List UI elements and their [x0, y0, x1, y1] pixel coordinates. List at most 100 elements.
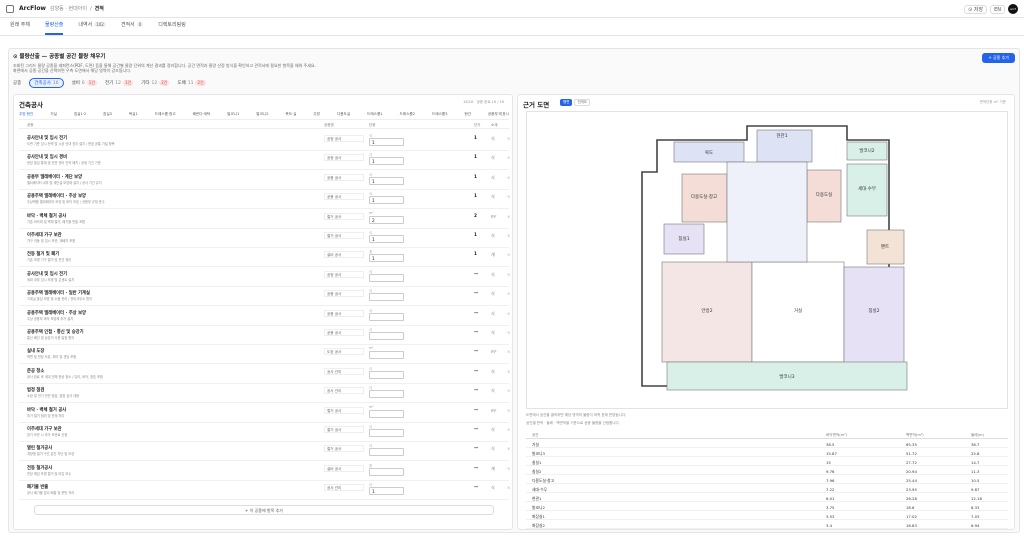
delete-icon[interactable]: ×	[507, 194, 510, 199]
item-type-select[interactable]: 도장 공사	[324, 348, 364, 356]
item-type-select[interactable]: 공정 공사	[324, 270, 364, 278]
floor-plan[interactable]: 복도 현관1 발코니2 세대·수무 다용도실·창고 다용도실 침실1 안방2 거…	[526, 111, 1008, 409]
filter-tab[interactable]: 발코니1	[227, 112, 239, 117]
delete-icon[interactable]: ×	[507, 252, 510, 257]
item-row[interactable]: 열린 철거공사 개방형 철거 구간 분진 차단 및 보양 철거 공사 식 — 식 ×	[19, 441, 510, 462]
quantity-input[interactable]	[369, 467, 404, 476]
quantity-input[interactable]: 1	[369, 254, 404, 263]
item-type-select[interactable]: 철거 공사	[324, 426, 364, 433]
quantity-input[interactable]	[369, 448, 404, 457]
room-bedroom2[interactable]	[843, 266, 905, 368]
item-type-select[interactable]: 공용 공사	[324, 329, 364, 336]
quantity-input[interactable]	[369, 312, 404, 321]
avatar[interactable]: arcf	[1008, 4, 1018, 14]
tab-0[interactable]: 원래 주체	[10, 21, 30, 35]
quantity-input[interactable]	[369, 429, 404, 437]
quantity-input[interactable]: 2	[369, 215, 404, 224]
app-name[interactable]: ArcFlow	[19, 5, 46, 12]
delete-icon[interactable]: ×	[507, 369, 510, 374]
delete-icon[interactable]: ×	[507, 155, 510, 160]
item-row[interactable]: 이주세대 가구 보관 가구 이동 및 임시 보관, 재배치 포함 철거 공사 식 1 1 식…	[19, 228, 510, 248]
delete-icon[interactable]: ×	[507, 388, 510, 393]
delete-icon[interactable]: ×	[507, 136, 510, 141]
quantity-input[interactable]	[369, 351, 404, 360]
quantity-input[interactable]: 1	[369, 196, 404, 205]
item-row[interactable]: 공용주택 엘레베이터 · 주상 보양 주상 공용부 바닥 보양재 추가 설치 공용 …	[19, 306, 510, 326]
chip-electric[interactable]: 전기 12 1건	[105, 80, 134, 86]
area-row[interactable]: 침실2 9.76 20.94 11.3	[526, 467, 1008, 475]
tab-statement[interactable]: 내역서 102	[78, 21, 106, 35]
filter-tab[interactable]: 침실3	[103, 112, 112, 117]
quantity-input[interactable]: 1	[369, 235, 404, 243]
area-row[interactable]: 거실 38.5 65.35 38.7	[526, 440, 1008, 448]
delete-icon[interactable]: ×	[507, 272, 510, 277]
filter-tab[interactable]: 공용부·미표시	[488, 112, 509, 117]
filter-tab[interactable]: 다용도실	[337, 112, 350, 117]
item-row[interactable]: 공용주택 엘레베이터 · 일반 기계실 기계실 출입 보양 및 소음 관리 / 관…	[19, 286, 510, 307]
item-row[interactable]: 공사안내 및 임시 전기 도면 기준 임시 전력 및 시공 안내 표지 설치 / …	[19, 131, 510, 151]
item-type-select[interactable]: 공용 공사	[324, 173, 364, 181]
area-row[interactable]: 현관1 6.01 26.28 12.18	[526, 494, 1008, 502]
item-type-select[interactable]: 철거 공사	[324, 232, 364, 239]
item-row[interactable]: 법정 점검 소방 및 전기 안전 점검, 법정 검사 대응 공사 관리 식 — 식 ×	[19, 383, 510, 404]
area-row[interactable]: 화장실1 3.53 17.02 7.03	[526, 512, 1008, 520]
add-trade-button[interactable]: + 공종 추가	[982, 53, 1015, 63]
filter-tab[interactable]: 침실1·2	[74, 112, 86, 117]
item-row[interactable]: 공용주택 인접 · 통신 및 승강기 통신 배선 및 승강기 사용 일정 협의 공용…	[19, 325, 510, 345]
delete-icon[interactable]: ×	[507, 446, 510, 451]
delete-icon[interactable]: ×	[507, 214, 510, 219]
quantity-input[interactable]	[369, 390, 404, 399]
chip-architecture[interactable]: 건축공사 16	[29, 78, 64, 88]
quantity-input[interactable]: 1	[369, 487, 404, 496]
delete-icon[interactable]: ×	[507, 291, 510, 296]
breadcrumb-project[interactable]: 감양동 · 현대아이	[50, 5, 87, 12]
item-row[interactable]: 실내 도장 벽면 및 천장 도장, 퍼티 및 샌딩 포함 도장 공사 m² — m² ×	[19, 344, 510, 365]
filter-tab[interactable]: 드레스룸3	[432, 112, 448, 117]
quantity-input[interactable]: 1	[369, 157, 404, 166]
area-row[interactable]: 발코니2 3.75 18.6 8.33	[526, 503, 1008, 511]
delete-icon[interactable]: ×	[507, 466, 510, 471]
quantity-input[interactable]	[369, 370, 404, 379]
filter-tab[interactable]: 주방	[313, 112, 320, 117]
tab-estimate[interactable]: 견적서 0	[121, 21, 144, 35]
item-row[interactable]: 공사안내 및 임시 경비 현장 출입 통제 및 안전 관리 인력 배치 / 공정 …	[19, 150, 510, 171]
delete-icon[interactable]: ×	[507, 427, 510, 432]
item-type-select[interactable]: 철거 공사	[324, 445, 364, 453]
item-type-select[interactable]: 공정 공사	[324, 154, 364, 162]
filter-tab[interactable]: 드레스룸1	[367, 112, 383, 117]
item-type-select[interactable]: 공용 공사	[324, 290, 364, 298]
item-type-select[interactable]: 설비 공사	[324, 251, 364, 259]
filter-tab[interactable]: 드레스룸·창고	[155, 112, 176, 117]
item-type-select[interactable]: 공용 공사	[324, 193, 364, 201]
tab-directory[interactable]: 디렉토리팀링	[158, 21, 186, 35]
tab-quantity[interactable]: 물량산출	[45, 21, 64, 35]
filter-tab[interactable]: 주방·현관	[19, 112, 33, 117]
filter-tab[interactable]: 현관	[464, 112, 471, 117]
item-type-select[interactable]: 공사 관리	[324, 367, 364, 375]
filter-tab[interactable]: 발코니2	[256, 112, 268, 117]
view-plan[interactable]: 평면	[560, 99, 573, 106]
filter-tab[interactable]: 거실	[50, 112, 57, 117]
add-item-button[interactable]: + 이 공종에 항목 추가	[34, 505, 494, 515]
chip-equipment[interactable]: 설비 6 1건	[72, 80, 97, 86]
item-row[interactable]: 폐기물 반출 공사 폐기물 분리 배출 및 운반 처리 공사 관리 식 1— 식 ×	[19, 480, 510, 501]
item-row[interactable]: 공사안내 및 임시 전기 세대 내부 임시 조명 및 콘센트 설치 공정 공사 식 — 식…	[19, 267, 510, 287]
language-button[interactable]: EN	[990, 4, 1005, 14]
delete-icon[interactable]: ×	[507, 311, 510, 316]
filter-tab[interactable]: 드레스룸2	[399, 112, 415, 117]
item-row[interactable]: 공용부 엘레베이터 · 계단 보양 엘리베이터 내부 및 계단실 보양재 설치 /…	[19, 170, 510, 190]
view-elevation[interactable]: 전개도	[574, 99, 591, 106]
chip-wallpaper[interactable]: 도배 11 2건	[177, 80, 206, 86]
item-row[interactable]: 바닥 · 벽체 철거 공사 기존 바닥재 및 벽체 철거, 폐기물 반출 포함 철거…	[19, 209, 510, 229]
area-row[interactable]: 발코니3 15.87 51.72 25.8	[526, 449, 1008, 457]
filter-tab[interactable]: 복도·실	[285, 112, 296, 117]
delete-icon[interactable]: ×	[507, 408, 510, 413]
chip-etc[interactable]: 기타 12 2건	[141, 80, 170, 86]
delete-icon[interactable]: ×	[507, 330, 510, 335]
item-type-select[interactable]: 철거 공사	[324, 406, 364, 414]
quantity-input[interactable]	[369, 273, 404, 282]
delete-icon[interactable]: ×	[507, 349, 510, 354]
item-row[interactable]: 바닥 · 벽체 철거 공사 추가 철거 범위 및 잔재 처리 철거 공사 m² — m² ×	[19, 403, 510, 423]
filter-tab[interactable]: 베란다·세탁	[193, 112, 211, 117]
item-row[interactable]: 이주세대 가구 보관 장기 보관 시 추가 보관료 산정 철거 공사 식 — 식 ×	[19, 422, 510, 442]
